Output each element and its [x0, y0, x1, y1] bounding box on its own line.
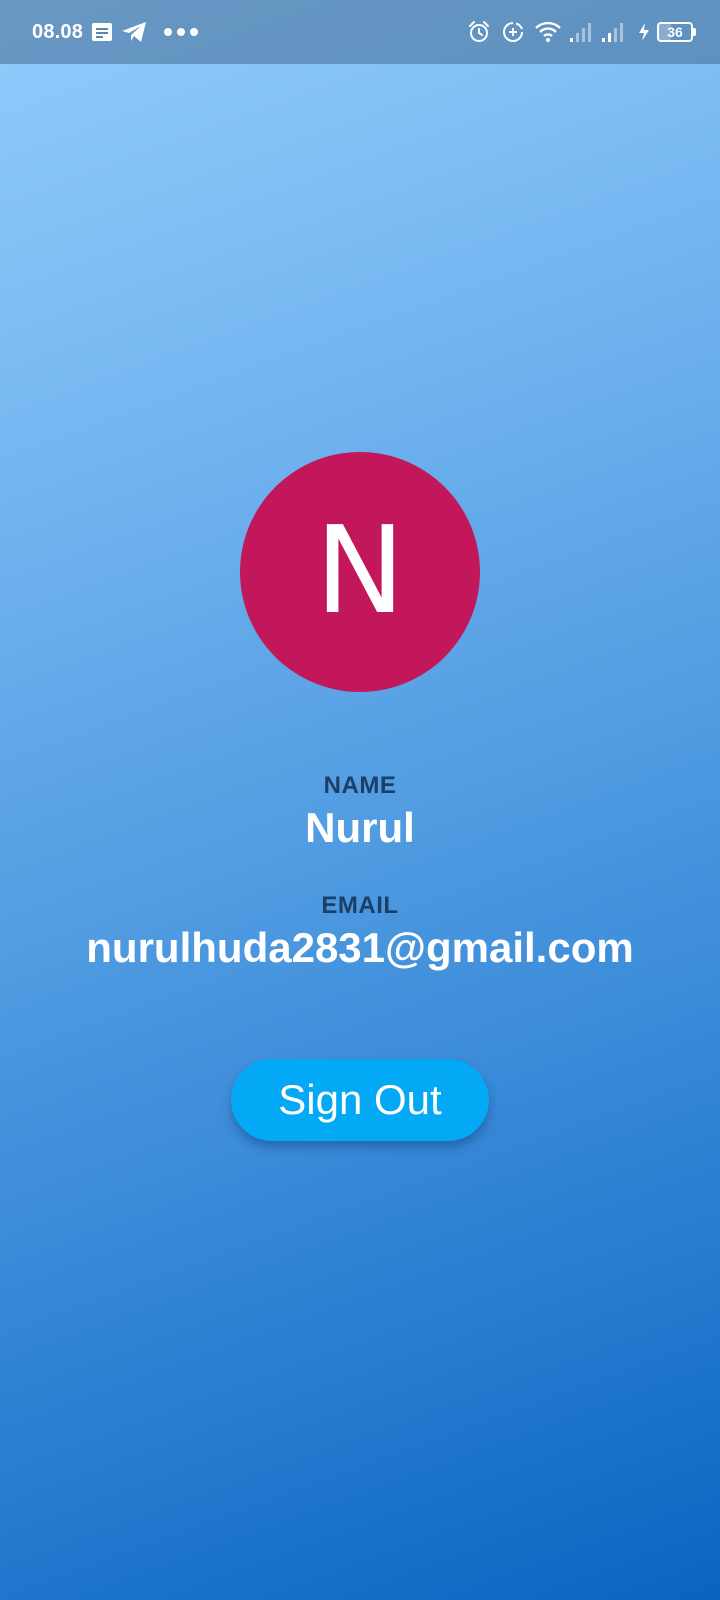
- battery-body: 36: [657, 22, 693, 42]
- signal-2-icon: [601, 21, 625, 43]
- email-value: nurulhuda2831@gmail.com: [86, 924, 634, 971]
- status-time: 08.08: [32, 20, 84, 43]
- avatar: N: [240, 452, 480, 692]
- battery-tip: [693, 28, 696, 36]
- email-label: EMAIL: [321, 892, 399, 919]
- avatar-initial: N: [315, 502, 405, 641]
- alarm-icon: [467, 20, 491, 44]
- notes-icon: [91, 22, 113, 42]
- name-value: Nurul: [305, 804, 415, 851]
- name-label: NAME: [323, 772, 397, 799]
- wifi-icon: [535, 21, 561, 43]
- data-saver-icon: [501, 20, 525, 44]
- charging-icon: [637, 22, 651, 42]
- status-right: 36: [467, 18, 696, 46]
- signal-1-icon: [569, 21, 593, 43]
- battery-level: 36: [667, 24, 683, 40]
- profile-screen: 08.08 36 N NAME Nurul EMAIL nurulhuda283…: [0, 0, 720, 1600]
- status-left: 08.08: [32, 18, 199, 46]
- sign-out-label: Sign Out: [278, 1076, 442, 1123]
- telegram-icon: [121, 21, 147, 43]
- sign-out-button[interactable]: Sign Out: [231, 1059, 489, 1141]
- more-dots-icon: [163, 27, 199, 37]
- status-bar: 08.08 36: [0, 0, 720, 64]
- battery-icon: 36: [653, 22, 696, 42]
